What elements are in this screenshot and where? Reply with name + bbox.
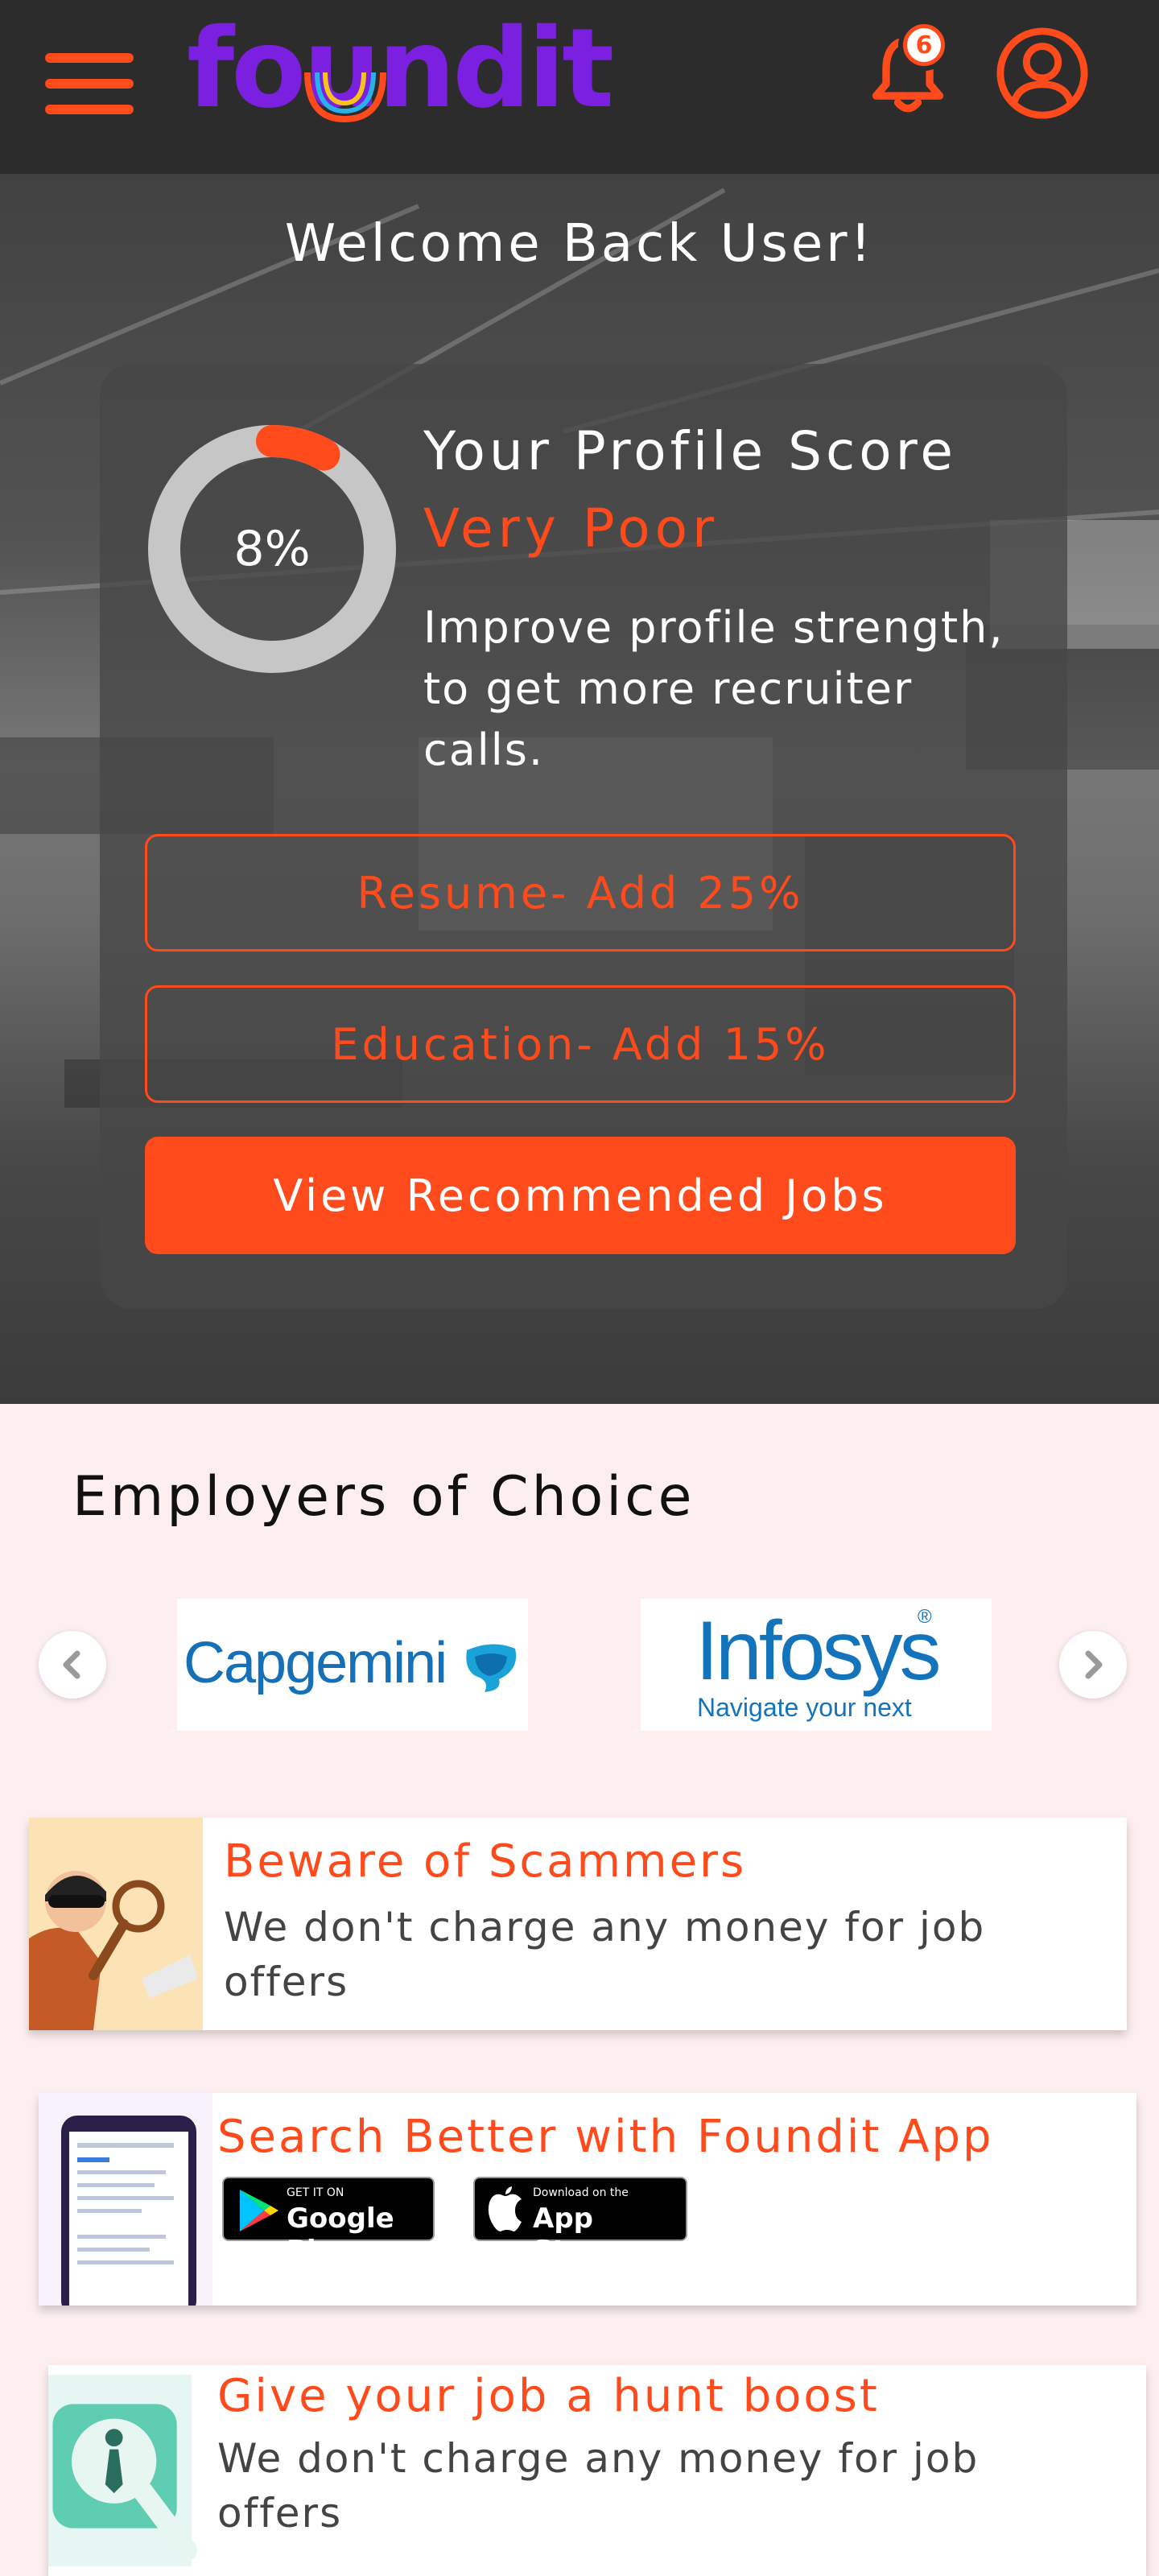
app-store-badge[interactable]: Download on the App Store	[473, 2177, 687, 2267]
view-recommended-jobs-button[interactable]: View Recommended Jobs	[145, 1137, 1016, 1254]
google-play-small-text: GET IT ON	[287, 2186, 344, 2199]
welcome-heading: Welcome Back User!	[284, 214, 875, 274]
job-hunt-boost-card[interactable]: Give your job a hunt boost We don't char…	[48, 2365, 1146, 2576]
beware-scammers-card[interactable]: Beware of Scammers We don't charge any m…	[29, 1818, 1127, 2030]
scammer-illustration-icon	[29, 1818, 203, 2030]
svg-text:Navigate your next: Navigate your next	[697, 1693, 912, 1722]
job-search-illustration-icon	[48, 2375, 198, 2566]
phone-app-illustration-icon	[39, 2093, 212, 2306]
hero-banner: Welcome Back User! 8% Your Profile Score…	[0, 174, 1159, 1404]
boost-card-text: We don't charge any money for job offers	[217, 2435, 980, 2537]
top-header: foundit 6	[0, 0, 1159, 174]
employer-logo-capgemini[interactable]: Capgemini	[177, 1599, 528, 1731]
apple-icon	[488, 2186, 522, 2231]
carousel-next-arrow-icon[interactable]	[1059, 1631, 1127, 1699]
scam-card-text: We don't charge any money for job offers	[224, 1904, 986, 2005]
scam-card-title: Beware of Scammers	[224, 1835, 747, 1888]
app-store-small-text: Download on the	[533, 2186, 629, 2199]
boost-card-title: Give your job a hunt boost	[217, 2370, 880, 2422]
svg-text:®: ®	[918, 1606, 932, 1628]
svg-text:Capgemini: Capgemini	[184, 1631, 446, 1695]
employers-section-title: Employers of Choice	[72, 1465, 695, 1529]
google-play-icon	[240, 2190, 278, 2231]
svg-text:foundit: foundit	[187, 16, 612, 129]
profile-score-card: 8% Your Profile Score Very Poor Improve …	[100, 364, 1067, 1309]
notification-count-badge: 6	[898, 19, 950, 71]
foundit-logo[interactable]: foundit	[187, 16, 621, 129]
svg-text:Infosys: Infosys	[695, 1604, 938, 1698]
google-play-badge[interactable]: GET IT ON Google Play	[222, 2177, 435, 2267]
profile-score-level: Very Poor	[423, 497, 720, 559]
google-play-label: Google Play	[287, 2202, 394, 2267]
add-education-button[interactable]: Education- Add 15%	[145, 985, 1016, 1103]
add-resume-button[interactable]: Resume- Add 25%	[145, 834, 1016, 952]
hamburger-menu-icon[interactable]	[45, 53, 134, 114]
profile-score-title: Your Profile Score	[423, 420, 957, 482]
profile-score-percent: 8%	[233, 521, 311, 577]
user-profile-icon[interactable]	[995, 26, 1090, 121]
carousel-prev-arrow-icon[interactable]	[39, 1631, 106, 1699]
profile-score-description: Improve profile strength, to get more re…	[423, 602, 1004, 775]
employer-logo-infosys[interactable]: Infosys ® Navigate your next	[641, 1599, 992, 1731]
app-store-label: App Store	[533, 2202, 617, 2267]
app-card-title: Search Better with Foundit App	[217, 2111, 994, 2163]
foundit-app-card[interactable]: Search Better with Foundit App GET IT ON…	[39, 2093, 1136, 2306]
